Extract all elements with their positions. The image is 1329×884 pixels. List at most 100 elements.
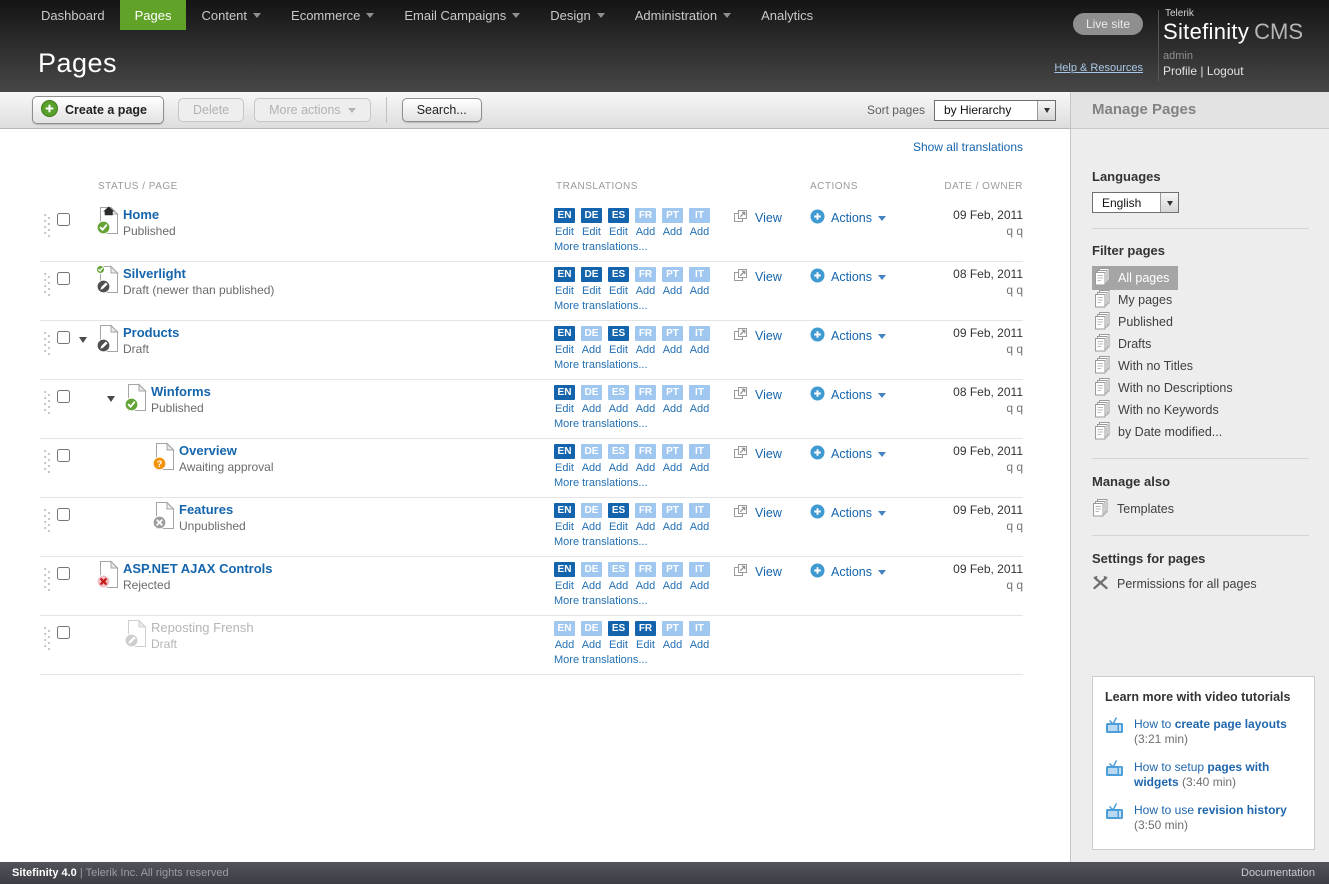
page-title-link[interactable]: Silverlight	[123, 266, 274, 281]
lang-add-link[interactable]: Add	[689, 344, 710, 356]
collapse-arrow-icon[interactable]	[107, 396, 115, 406]
page-title-link[interactable]: Features	[179, 502, 246, 517]
lang-badge-en[interactable]: EN	[554, 326, 575, 341]
lang-badge-es[interactable]: ES	[608, 562, 629, 577]
lang-add-link[interactable]: Add	[608, 580, 629, 592]
lang-edit-link[interactable]: Edit	[554, 521, 575, 533]
lang-edit-link[interactable]: Edit	[554, 226, 575, 238]
nav-item-dashboard[interactable]: Dashboard	[26, 0, 120, 30]
lang-badge-en[interactable]: EN	[554, 444, 575, 459]
lang-edit-link[interactable]: Edit	[608, 285, 629, 297]
row-checkbox[interactable]	[57, 449, 70, 462]
view-link[interactable]: View	[733, 327, 782, 344]
actions-button[interactable]: Actions	[810, 268, 886, 286]
row-checkbox[interactable]	[57, 213, 70, 226]
lang-badge-de[interactable]: DE	[581, 444, 602, 459]
lang-add-link[interactable]: Add	[581, 580, 602, 592]
lang-badge-pt[interactable]: PT	[662, 326, 683, 341]
view-link[interactable]: View	[733, 386, 782, 403]
row-checkbox[interactable]	[57, 390, 70, 403]
more-translations-link[interactable]: More translations...	[554, 418, 648, 430]
lang-badge-en[interactable]: EN	[554, 208, 575, 223]
lang-edit-link[interactable]: Edit	[635, 639, 656, 651]
lang-badge-it[interactable]: IT	[689, 444, 710, 459]
actions-button[interactable]: Actions	[810, 563, 886, 581]
filter-with-no-descriptions[interactable]: With no Descriptions	[1092, 377, 1329, 399]
lang-badge-pt[interactable]: PT	[662, 267, 683, 282]
more-translations-link[interactable]: More translations...	[554, 654, 648, 666]
lang-badge-en[interactable]: EN	[554, 385, 575, 400]
lang-add-link[interactable]: Add	[635, 580, 656, 592]
lang-badge-it[interactable]: IT	[689, 562, 710, 577]
view-link[interactable]: View	[733, 209, 782, 226]
row-checkbox[interactable]	[57, 567, 70, 580]
nav-item-design[interactable]: Design	[535, 0, 619, 30]
more-translations-link[interactable]: More translations...	[554, 477, 648, 489]
nav-item-ecommerce[interactable]: Ecommerce	[276, 0, 389, 30]
filter-by-date-modified[interactable]: by Date modified...	[1092, 421, 1329, 443]
row-checkbox[interactable]	[57, 331, 70, 344]
lang-add-link[interactable]: Add	[662, 344, 683, 356]
page-title-link[interactable]: Overview	[179, 443, 274, 458]
lang-badge-de[interactable]: DE	[581, 208, 602, 223]
lang-add-link[interactable]: Add	[635, 226, 656, 238]
lang-edit-link[interactable]: Edit	[608, 639, 629, 651]
lang-add-link[interactable]: Add	[581, 462, 602, 474]
lang-add-link[interactable]: Add	[689, 285, 710, 297]
tutorial-link-revision-history[interactable]: How to use revision history(3:50 min)	[1105, 803, 1302, 833]
lang-add-link[interactable]: Add	[635, 285, 656, 297]
lang-badge-es[interactable]: ES	[608, 208, 629, 223]
drag-handle-icon[interactable]	[43, 448, 51, 479]
more-translations-link[interactable]: More translations...	[554, 300, 648, 312]
live-site-button[interactable]: Live site	[1073, 13, 1143, 35]
drag-handle-icon[interactable]	[43, 507, 51, 538]
more-translations-link[interactable]: More translations...	[554, 536, 648, 548]
lang-edit-link[interactable]: Edit	[608, 344, 629, 356]
lang-badge-de[interactable]: DE	[581, 621, 602, 636]
view-link[interactable]: View	[733, 563, 782, 580]
delete-button[interactable]: Delete	[178, 98, 244, 122]
lang-add-link[interactable]: Add	[689, 226, 710, 238]
lang-edit-link[interactable]: Edit	[554, 580, 575, 592]
more-actions-button[interactable]: More actions	[254, 98, 371, 122]
more-translations-link[interactable]: More translations...	[554, 359, 648, 371]
row-checkbox[interactable]	[57, 508, 70, 521]
more-translations-link[interactable]: More translations...	[554, 241, 648, 253]
lang-add-link[interactable]: Add	[581, 521, 602, 533]
lang-add-link[interactable]: Add	[581, 639, 602, 651]
sort-pages-select[interactable]: by Hierarchy	[934, 100, 1056, 121]
lang-edit-link[interactable]: Edit	[581, 226, 602, 238]
lang-add-link[interactable]: Add	[635, 462, 656, 474]
search-button[interactable]: Search...	[402, 98, 482, 122]
lang-add-link[interactable]: Add	[635, 521, 656, 533]
lang-badge-pt[interactable]: PT	[662, 444, 683, 459]
lang-badge-de[interactable]: DE	[581, 503, 602, 518]
lang-badge-pt[interactable]: PT	[662, 208, 683, 223]
actions-button[interactable]: Actions	[810, 386, 886, 404]
lang-add-link[interactable]: Add	[662, 403, 683, 415]
view-link[interactable]: View	[733, 504, 782, 521]
drag-handle-icon[interactable]	[43, 625, 51, 656]
lang-badge-pt[interactable]: PT	[662, 503, 683, 518]
actions-button[interactable]: Actions	[810, 504, 886, 522]
tutorial-link-pages-with-widgets[interactable]: How to setup pages with widgets (3:40 mi…	[1105, 760, 1302, 790]
lang-add-link[interactable]: Add	[689, 403, 710, 415]
lang-badge-fr[interactable]: FR	[635, 621, 656, 636]
lang-badge-de[interactable]: DE	[581, 385, 602, 400]
logout-link[interactable]: Logout	[1207, 64, 1244, 78]
filter-published[interactable]: Published	[1092, 311, 1329, 333]
lang-badge-es[interactable]: ES	[608, 503, 629, 518]
actions-button[interactable]: Actions	[810, 209, 886, 227]
lang-badge-it[interactable]: IT	[689, 503, 710, 518]
lang-badge-de[interactable]: DE	[581, 562, 602, 577]
lang-add-link[interactable]: Add	[635, 403, 656, 415]
lang-add-link[interactable]: Add	[689, 521, 710, 533]
lang-edit-link[interactable]: Edit	[581, 285, 602, 297]
drag-handle-icon[interactable]	[43, 389, 51, 420]
select-arrow-button[interactable]	[1037, 101, 1055, 120]
lang-add-link[interactable]: Add	[581, 403, 602, 415]
lang-badge-fr[interactable]: FR	[635, 326, 656, 341]
filter-drafts[interactable]: Drafts	[1092, 333, 1329, 355]
lang-add-link[interactable]: Add	[689, 462, 710, 474]
lang-edit-link[interactable]: Edit	[608, 521, 629, 533]
